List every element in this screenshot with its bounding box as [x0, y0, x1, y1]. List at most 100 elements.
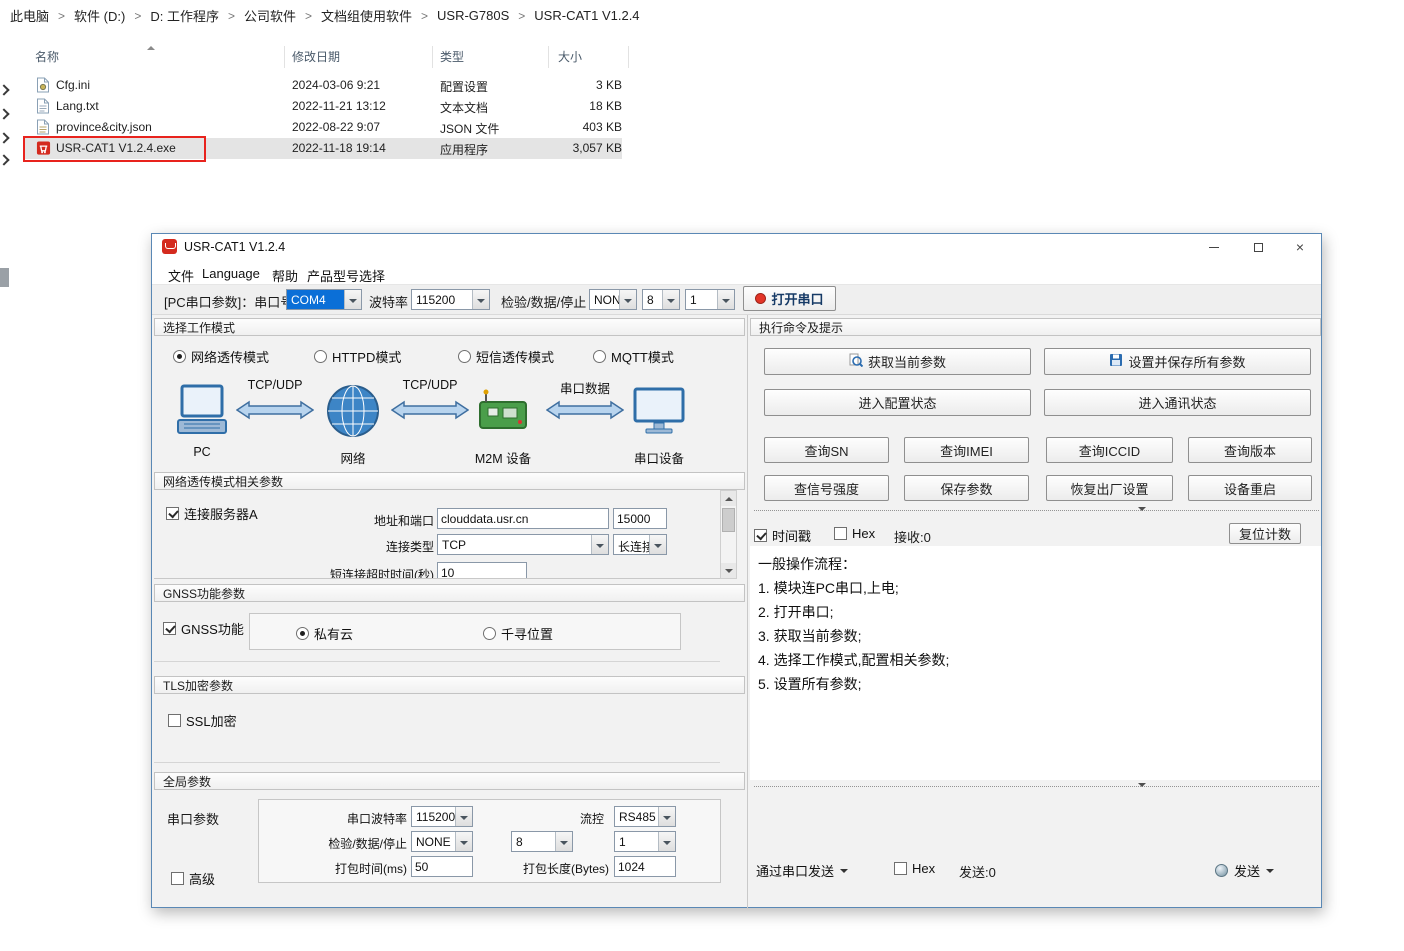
- send-button[interactable]: 发送: [1215, 861, 1274, 880]
- chevron-down-icon[interactable]: [455, 807, 472, 826]
- pack-length-label: 打包长度(Bytes): [469, 860, 609, 877]
- chevron-down-icon[interactable]: [555, 832, 572, 851]
- query-sn-button[interactable]: 查询SN: [764, 437, 889, 463]
- timestamp-checkbox[interactable]: 时间戳: [754, 526, 811, 545]
- log-splitter[interactable]: [754, 507, 1319, 515]
- button-label: 获取当前参数: [868, 352, 946, 371]
- breadcrumb-item[interactable]: USR-CAT1 V1.2.4: [534, 8, 639, 23]
- query-imei-button[interactable]: 查询IMEI: [904, 437, 1029, 463]
- column-header-name[interactable]: 名称: [35, 48, 59, 65]
- file-row[interactable]: province&city.json 2022-08-22 9:07 JSON …: [25, 117, 622, 138]
- scrollbar-thumb[interactable]: [722, 508, 735, 532]
- stopbits-select[interactable]: 1: [685, 289, 735, 310]
- com-port-select[interactable]: COM4: [286, 289, 362, 310]
- save-all-params-button[interactable]: 设置并保存所有参数: [1044, 348, 1311, 375]
- breadcrumb-item[interactable]: D: 工作程序: [150, 6, 219, 25]
- chevron-down-icon[interactable]: [455, 832, 472, 851]
- global-parity-select[interactable]: NONE: [411, 831, 473, 852]
- global-databits-select[interactable]: 8: [511, 831, 573, 852]
- breadcrumb-item[interactable]: USR-G780S: [437, 8, 509, 23]
- menu-language[interactable]: Language: [198, 264, 264, 283]
- mode-radio-sms[interactable]: 短信透传模式: [458, 347, 554, 366]
- scroll-up-icon[interactable]: [721, 491, 736, 506]
- column-header-date[interactable]: 修改日期: [292, 48, 340, 65]
- server-a-checkbox[interactable]: 连接服务器A: [166, 504, 258, 523]
- get-params-button[interactable]: 获取当前参数: [764, 348, 1031, 375]
- button-label: 进入通讯状态: [1138, 393, 1216, 412]
- chevron-down-icon[interactable]: [662, 290, 679, 309]
- chevron-down-icon[interactable]: [717, 290, 734, 309]
- address-input[interactable]: [437, 508, 609, 529]
- flow-control-select[interactable]: RS485: [614, 806, 676, 827]
- mode-radio-mqtt[interactable]: MQTT模式: [593, 347, 674, 366]
- baud-select[interactable]: 115200: [411, 289, 490, 310]
- column-divider[interactable]: [284, 46, 285, 68]
- port-input[interactable]: [613, 508, 667, 529]
- chevron-right-icon: >: [134, 9, 141, 23]
- open-serial-button[interactable]: 打开串口: [743, 286, 836, 311]
- breadcrumb-item[interactable]: 软件 (D:): [74, 6, 125, 25]
- tree-expander-icon: [0, 84, 10, 95]
- chevron-down-icon[interactable]: [649, 535, 666, 554]
- breadcrumb-item[interactable]: 此电脑: [10, 6, 49, 25]
- scroll-down-icon[interactable]: [721, 563, 736, 578]
- pack-time-input[interactable]: [411, 856, 473, 877]
- column-header-type[interactable]: 类型: [440, 48, 464, 65]
- sent-counter: 发送:0: [959, 862, 996, 881]
- query-iccid-button[interactable]: 查询ICCID: [1046, 437, 1173, 463]
- databits-select[interactable]: 8: [642, 289, 680, 310]
- address-port-label: 地址和端口: [294, 512, 434, 529]
- close-button[interactable]: ×: [1278, 234, 1322, 260]
- window-title: USR-CAT1 V1.2.4: [184, 240, 285, 254]
- conn-type-select[interactable]: TCP: [437, 534, 609, 555]
- column-header-size[interactable]: 大小: [558, 48, 582, 65]
- enter-config-button[interactable]: 进入配置状态: [764, 389, 1031, 416]
- menu-file[interactable]: 文件: [164, 264, 198, 287]
- save-params-button[interactable]: 保存参数: [904, 475, 1029, 501]
- send-splitter[interactable]: [754, 783, 1319, 791]
- gnss-enable-checkbox[interactable]: GNSS功能: [163, 619, 244, 638]
- parity-select[interactable]: NONE: [589, 289, 637, 310]
- mode-radio-net-passthrough[interactable]: 网络透传模式: [173, 347, 269, 366]
- title-bar[interactable]: USR-CAT1 V1.2.4 ×: [152, 234, 1321, 260]
- timeout-input[interactable]: [437, 562, 527, 579]
- device-reboot-button[interactable]: 设备重启: [1188, 475, 1312, 501]
- advanced-checkbox[interactable]: 高级: [171, 869, 215, 888]
- minimize-button[interactable]: [1192, 234, 1236, 260]
- column-divider[interactable]: [432, 46, 433, 68]
- factory-reset-button[interactable]: 恢复出厂设置: [1046, 475, 1173, 501]
- maximize-button[interactable]: [1236, 234, 1280, 260]
- chevron-down-icon[interactable]: [591, 535, 608, 554]
- chevron-down-icon[interactable]: [472, 290, 489, 309]
- pack-length-input[interactable]: [614, 856, 676, 877]
- menu-product-select[interactable]: 产品型号选择: [303, 264, 389, 287]
- send-hex-checkbox[interactable]: Hex: [894, 861, 935, 876]
- reset-counter-button[interactable]: 复位计数: [1229, 523, 1301, 544]
- column-divider[interactable]: [548, 46, 549, 68]
- conn-mode-select[interactable]: 长连接: [613, 534, 667, 555]
- chevron-down-icon[interactable]: [658, 807, 675, 826]
- file-row[interactable]: Cfg.ini 2024-03-06 9:21 配置设置 3 KB: [25, 75, 622, 96]
- log-output[interactable]: 一般操作流程： 1. 模块连PC串口,上电; 2. 打开串口; 3. 获取当前参…: [750, 546, 1321, 780]
- global-stopbits-select[interactable]: 1: [614, 831, 676, 852]
- chevron-down-icon[interactable]: [658, 832, 675, 851]
- ssl-checkbox[interactable]: SSL加密: [168, 711, 237, 730]
- gnss-private-cloud-radio[interactable]: 私有云: [296, 624, 353, 643]
- menu-help[interactable]: 帮助: [268, 264, 302, 287]
- send-mode-dropdown[interactable]: 通过串口发送: [756, 861, 848, 880]
- breadcrumb-item[interactable]: 文档组使用软件: [321, 6, 412, 25]
- recv-hex-checkbox[interactable]: Hex: [834, 526, 875, 541]
- mode-radio-httpd[interactable]: HTTPD模式: [314, 347, 401, 366]
- query-signal-button[interactable]: 查信号强度: [764, 475, 889, 501]
- chevron-down-icon[interactable]: [619, 290, 636, 309]
- global-baud-select[interactable]: 115200: [411, 806, 473, 827]
- query-version-button[interactable]: 查询版本: [1188, 437, 1312, 463]
- breadcrumb-item[interactable]: 公司软件: [244, 6, 296, 25]
- enter-comm-button[interactable]: 进入通讯状态: [1044, 389, 1311, 416]
- column-divider[interactable]: [628, 46, 629, 68]
- file-date: 2022-11-21 13:12: [292, 99, 386, 113]
- file-row[interactable]: Lang.txt 2022-11-21 13:12 文本文档 18 KB: [25, 96, 622, 117]
- net-params-scrollbar[interactable]: [720, 490, 737, 579]
- gnss-qianxun-radio[interactable]: 千寻位置: [483, 624, 553, 643]
- chevron-down-icon[interactable]: [344, 290, 361, 309]
